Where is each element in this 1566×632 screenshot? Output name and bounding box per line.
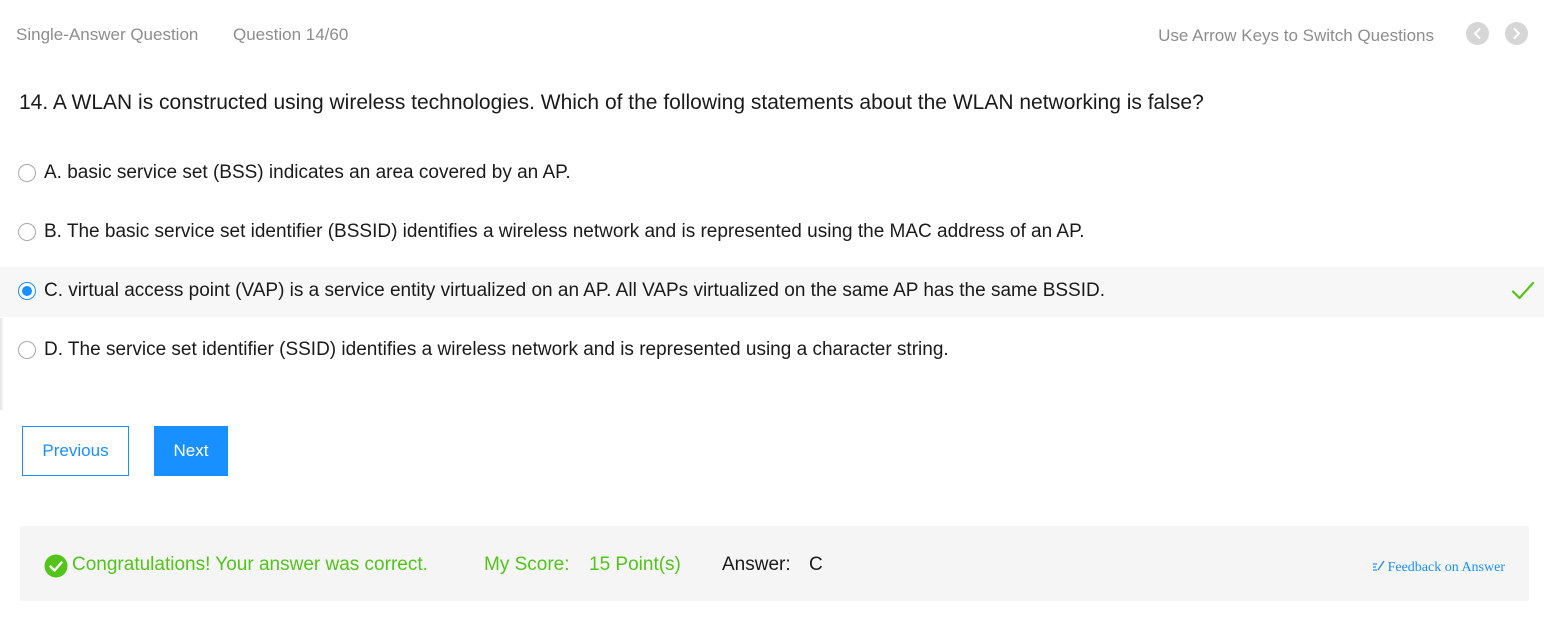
next-question-button[interactable]: [1505, 22, 1528, 45]
question-counter: Question 14/60: [233, 25, 349, 44]
result-message: Congratulations! Your answer was correct…: [72, 554, 428, 575]
score-value: 15 Point(s): [589, 554, 681, 575]
question-type: Single-Answer Question: [16, 25, 199, 44]
option-label: B. The basic service set identifier (BSS…: [44, 221, 1085, 242]
radio-button-selected[interactable]: [18, 282, 36, 300]
checkmark-icon: [1511, 279, 1535, 308]
next-button[interactable]: Next: [154, 426, 228, 476]
quiz-header: Single-Answer Question Question 14/60 Us…: [0, 0, 1566, 70]
feedback-link[interactable]: Feedback on Answer: [1372, 559, 1505, 577]
result-panel: Congratulations! Your answer was correct…: [20, 526, 1529, 601]
option-d[interactable]: D. The service set identifier (SSID) ide…: [0, 326, 1544, 376]
chevron-right-icon: [1513, 28, 1520, 39]
check-circle-icon: [44, 554, 68, 583]
option-b[interactable]: B. The basic service set identifier (BSS…: [0, 208, 1544, 258]
quiz-page: Single-Answer Question Question 14/60 Us…: [0, 0, 1566, 632]
feedback-link-label[interactable]: Feedback on Answer: [1388, 560, 1505, 576]
answer-value: C: [809, 554, 823, 575]
keyboard-hint: Use Arrow Keys to Switch Questions: [1158, 26, 1434, 45]
previous-question-button[interactable]: [1466, 22, 1489, 45]
answer-label: Answer:: [722, 554, 791, 575]
question-text: 14. A WLAN is constructed using wireless…: [19, 91, 1204, 114]
chevron-left-icon: [1474, 28, 1481, 39]
option-a[interactable]: A. basic service set (BSS) indicates an …: [0, 149, 1544, 199]
option-label: D. The service set identifier (SSID) ide…: [44, 339, 949, 360]
radio-button[interactable]: [18, 223, 36, 241]
option-label: C. virtual access point (VAP) is a servi…: [44, 280, 1105, 301]
radio-button[interactable]: [18, 164, 36, 182]
radio-button[interactable]: [18, 341, 36, 359]
edit-icon: [1372, 559, 1385, 577]
option-c[interactable]: C. virtual access point (VAP) is a servi…: [0, 267, 1544, 317]
previous-button[interactable]: Previous: [22, 426, 129, 476]
option-label: A. basic service set (BSS) indicates an …: [44, 162, 571, 183]
score-label: My Score:: [484, 554, 570, 575]
